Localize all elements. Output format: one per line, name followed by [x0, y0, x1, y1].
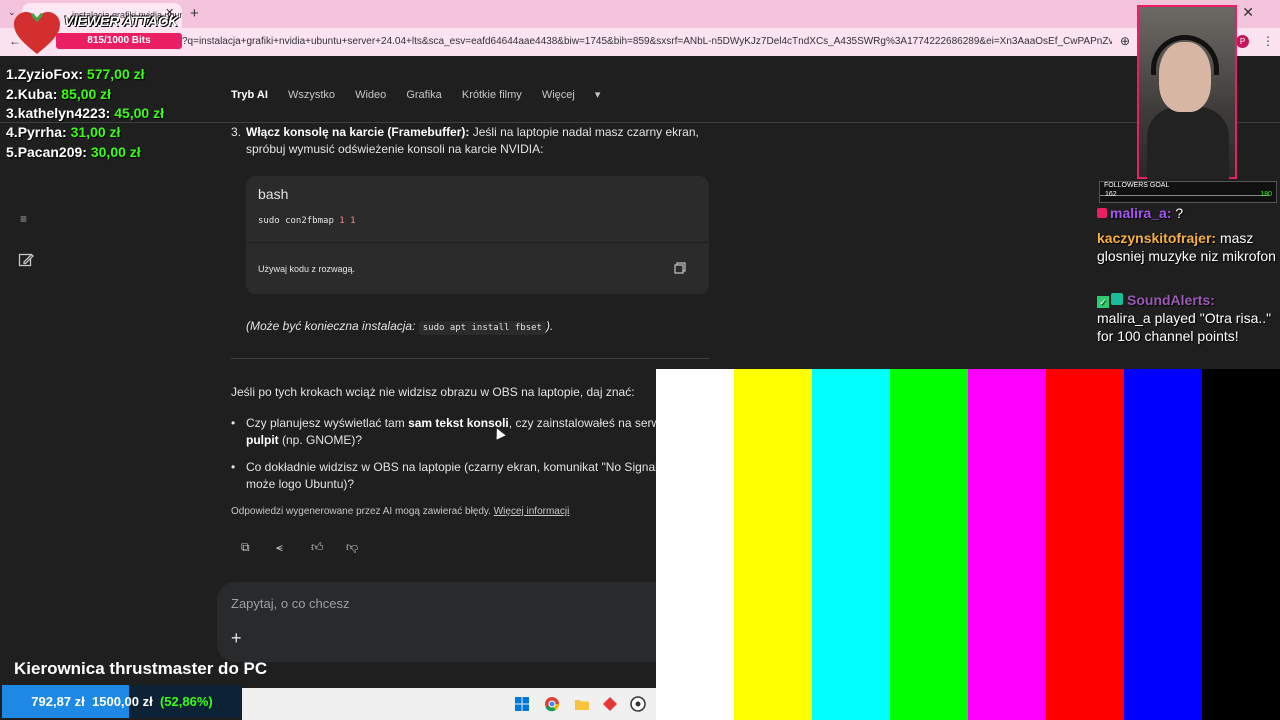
- step-number: 3.: [231, 125, 242, 139]
- color-bars: [656, 369, 1280, 720]
- color-bar: [968, 369, 1046, 720]
- edit-icon[interactable]: [18, 252, 34, 268]
- sub-badge-icon: [1097, 208, 1107, 218]
- more-info-link[interactable]: Więcej informacji: [494, 506, 570, 517]
- profile-avatar[interactable]: P: [1236, 35, 1249, 48]
- color-bar: [1046, 369, 1124, 720]
- url-field[interactable]: ?q=instalacja+grafiki+nvidia+ubuntu+serv…: [182, 36, 1112, 47]
- bits-progress: 815/1000 Bits: [56, 33, 182, 49]
- tab-video[interactable]: Wideo: [355, 89, 386, 101]
- color-bar: [890, 369, 968, 720]
- more-menu-icon[interactable]: ⋮: [1262, 34, 1274, 48]
- donation-goal-bar: 792,87 zł 1500,00 zł (52,86%): [2, 685, 242, 718]
- copy-code-icon[interactable]: [674, 262, 686, 274]
- copy-icon[interactable]: ⧉: [241, 540, 250, 555]
- viewer-attack-title: VIEWER ATTACK: [64, 13, 179, 29]
- address-bar: ← ?q=instalacja+grafiki+nvidia+ubuntu+se…: [0, 28, 1280, 56]
- verified-badge-icon: ✓: [1097, 296, 1109, 308]
- tab-ai-mode[interactable]: Tryb AI: [231, 89, 268, 101]
- leaderboard-entry: 1.ZyzioFox: 577,00 zł: [6, 66, 145, 82]
- install-note: (Może być konieczna instalacja: sudo apt…: [246, 319, 554, 335]
- color-bar: [1124, 369, 1202, 720]
- obs-icon[interactable]: [630, 696, 646, 712]
- section-divider: [231, 358, 709, 359]
- windows-start-icon[interactable]: [514, 696, 530, 712]
- donation-goal-title: Kierownica thrustmaster do PC: [14, 659, 268, 678]
- new-tab-icon[interactable]: +: [190, 5, 199, 22]
- bullet-item: • Czy planujesz wyświetlać tam sam tekst…: [231, 416, 661, 447]
- share-icon[interactable]: ⪪: [276, 540, 283, 555]
- leaderboard-entry: 4.Pyrrha: 31,00 zł: [6, 124, 121, 140]
- thumbs-down-icon[interactable]: 👎︎: [346, 540, 358, 555]
- taskbar: [242, 688, 656, 720]
- code-line: sudo con2fbmap 1 1: [258, 216, 356, 226]
- ask-input[interactable]: Zapytaj, o co chcesz: [231, 596, 350, 611]
- tab-all[interactable]: Wszystko: [288, 89, 335, 101]
- code-block: bash sudo con2fbmap 1 1 Używaj kodu z ro…: [246, 176, 709, 294]
- leaderboard-entry: 5.Pacan209: 30,00 zł: [6, 144, 141, 160]
- inline-code: sudo apt install fbset: [418, 321, 546, 335]
- followers-goal: FOLLOWERS GOAL 162 180: [1099, 181, 1277, 203]
- zoom-icon[interactable]: ⊕: [1120, 34, 1130, 48]
- search-nav: Tryb AI Wszystko Wideo Grafika Krótkie f…: [231, 88, 617, 101]
- ai-disclaimer: Odpowiedzi wygenerowane przez AI mogą za…: [231, 506, 570, 517]
- add-icon[interactable]: +: [231, 628, 242, 649]
- history-list-icon[interactable]: ≡: [20, 212, 27, 226]
- bullet-item: • Co dokładnie widzisz w OBS na laptopie…: [231, 460, 661, 491]
- donation-goal-text: 792,87 zł 1500,00 zł (52,86%): [31, 694, 213, 709]
- code-warning: Używaj kodu z rozwagą.: [258, 264, 356, 274]
- leaderboard-entry: 3.kathelyn4223: 45,00 zł: [6, 105, 165, 121]
- file-explorer-icon[interactable]: [574, 696, 590, 712]
- screen: ⌄ instalacja grafiki nvidia ubuntu ✕ + –…: [0, 0, 1280, 720]
- thumbs-up-icon[interactable]: 👍︎: [311, 540, 324, 555]
- tab-short-videos[interactable]: Krótkie filmy: [462, 89, 522, 101]
- color-bar: [734, 369, 812, 720]
- heart-icon: [14, 12, 60, 54]
- color-bar: [656, 369, 734, 720]
- bot-badge-icon: [1111, 293, 1123, 305]
- code-language: bash: [258, 186, 289, 202]
- color-bar: [812, 369, 890, 720]
- chat-message: ✓ SoundAlerts: malira_a played "Otra risa.…: [1097, 292, 1272, 344]
- leaderboard-entry: 2.Kuba: 85,00 zł: [6, 86, 112, 102]
- chrome-icon[interactable]: [544, 696, 560, 712]
- chat-message: malira_a: ?: [1097, 204, 1277, 222]
- ask-box[interactable]: Zapytaj, o co chcesz +: [217, 582, 677, 662]
- step-title: Włącz konsolę na karcie (Framebuffer):: [246, 125, 470, 139]
- tab-images[interactable]: Grafika: [406, 89, 441, 101]
- chat-message: kaczynskitofrajer: masz glosniej muzyke …: [1097, 230, 1276, 264]
- followup-paragraph: Jeśli po tych krokach wciąż nie widzisz …: [231, 385, 635, 399]
- app-icon[interactable]: [602, 696, 618, 712]
- tab-bar: ⌄ instalacja grafiki nvidia ubuntu ✕ + –…: [0, 0, 1280, 28]
- tab-more[interactable]: Więcej ▾: [542, 89, 601, 101]
- nav-divider: [0, 122, 1280, 123]
- webcam-feed: [1137, 5, 1237, 179]
- color-bar: [1202, 369, 1280, 720]
